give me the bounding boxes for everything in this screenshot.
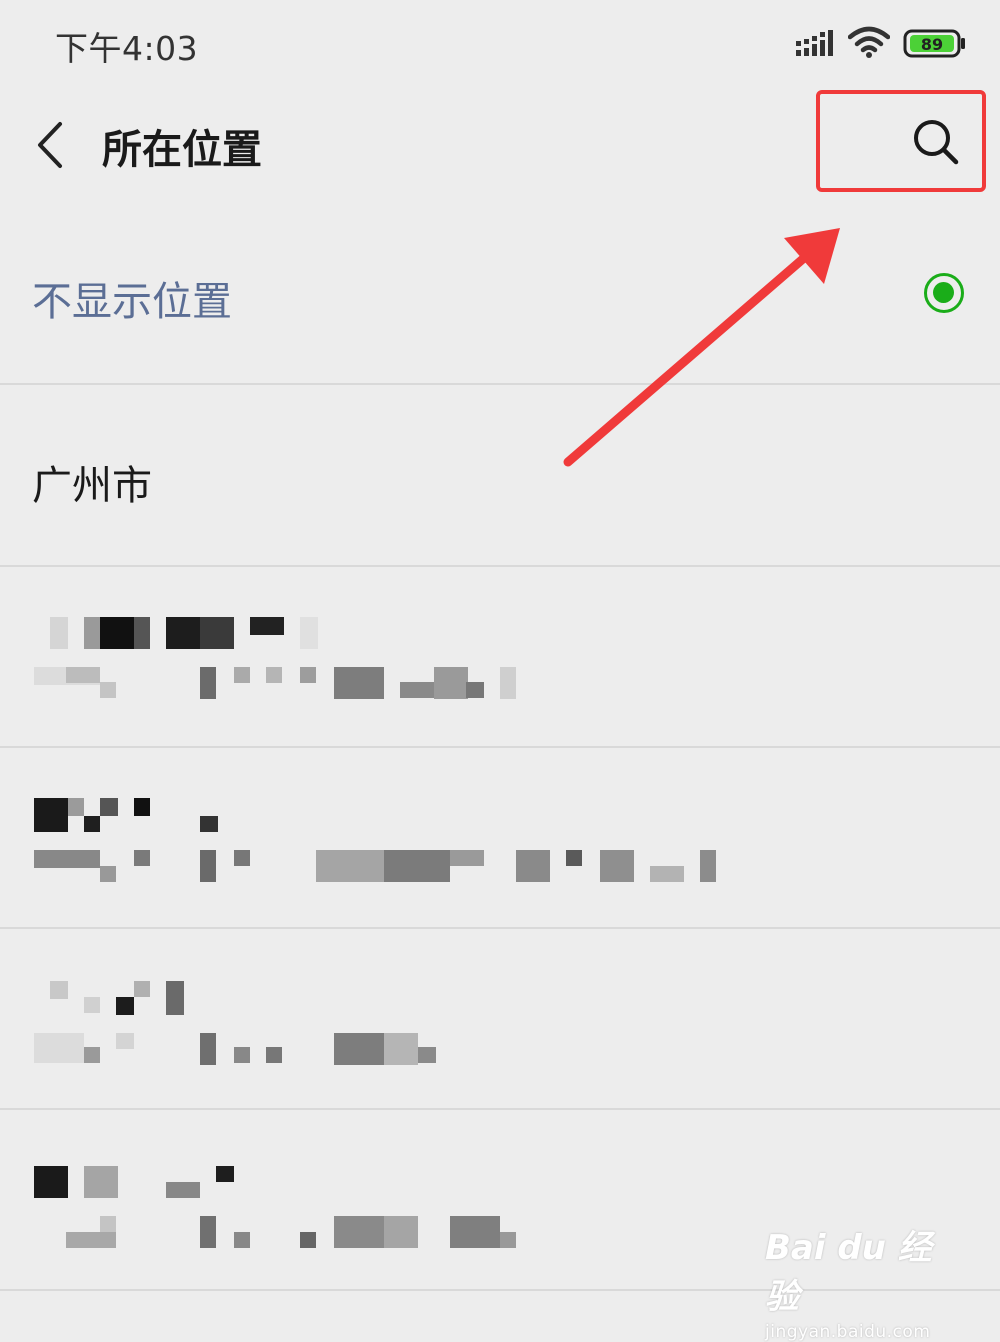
pixelated-text <box>500 1232 516 1248</box>
pixelated-text <box>200 816 218 832</box>
pixelated-text <box>384 1033 418 1065</box>
pixelated-text <box>84 1047 100 1063</box>
pixelated-text <box>84 1166 118 1198</box>
pixelated-text <box>50 981 68 999</box>
pixelated-text <box>234 667 250 683</box>
baidu-watermark: Bai du 经验 jingyan.baidu.com <box>765 1220 965 1342</box>
pixelated-text <box>34 1033 84 1063</box>
pixelated-text <box>200 617 234 649</box>
status-time: 下午4:03 <box>55 29 199 68</box>
pixelated-text <box>100 617 134 649</box>
pixelated-text <box>116 1033 134 1049</box>
back-icon[interactable] <box>32 120 72 170</box>
selected-radio-icon[interactable] <box>924 273 964 313</box>
blurred-location-item-3[interactable] <box>0 929 1000 1110</box>
pixelated-text <box>334 1216 384 1248</box>
pixelated-text <box>66 1232 116 1248</box>
pixelated-text <box>266 667 282 683</box>
pixelated-text <box>650 866 684 882</box>
pixelated-text <box>566 850 582 866</box>
pixelated-text <box>516 850 550 882</box>
pixelated-text <box>234 850 250 866</box>
pixelated-text <box>250 617 284 635</box>
pixelated-text <box>300 1232 316 1248</box>
pixelated-text <box>234 1232 250 1248</box>
pixelated-text <box>400 682 434 698</box>
pixelated-text <box>84 617 100 649</box>
pixelated-text <box>34 798 68 832</box>
pixelated-text <box>300 617 318 649</box>
city-option[interactable]: 广州市 <box>0 385 1000 567</box>
battery-icon: 89 <box>903 28 967 64</box>
pixelated-text <box>34 1166 68 1198</box>
page-title: 所在位置 <box>102 127 262 173</box>
pixelated-text <box>600 850 634 882</box>
nav-header: 所在位置 <box>0 90 1000 195</box>
blurred-location-item-2[interactable] <box>0 748 1000 929</box>
pixelated-text <box>216 1166 234 1182</box>
search-button[interactable] <box>816 90 986 192</box>
pixelated-text <box>384 1216 418 1248</box>
pixelated-text <box>166 1182 200 1198</box>
pixelated-text <box>100 798 118 816</box>
signal-icon <box>796 28 836 62</box>
pixelated-text <box>100 682 116 698</box>
pixelated-text <box>116 997 134 1015</box>
pixelated-text <box>500 667 516 699</box>
pixelated-text <box>200 1216 216 1248</box>
pixelated-text <box>134 617 150 649</box>
pixelated-text <box>700 850 716 882</box>
pixelated-text <box>34 850 100 868</box>
pixelated-text <box>66 667 100 683</box>
pixelated-text <box>134 850 150 866</box>
svg-text:89: 89 <box>921 35 943 54</box>
pixelated-text <box>84 997 100 1013</box>
pixelated-text <box>166 981 184 1015</box>
pixelated-text <box>200 1033 216 1065</box>
pixelated-text <box>166 617 200 649</box>
pixelated-text <box>234 1047 250 1063</box>
watermark-url: jingyan.baidu.com <box>765 1322 931 1342</box>
pixelated-text <box>200 667 216 699</box>
watermark-logo: Bai du 经验 <box>765 1228 932 1317</box>
pixelated-text <box>68 798 84 816</box>
pixelated-text <box>266 1047 282 1063</box>
pixelated-text <box>134 981 150 997</box>
pixelated-text <box>334 667 384 699</box>
city-label: 广州市 <box>32 463 152 509</box>
pixelated-text <box>450 850 484 866</box>
pixelated-text <box>466 682 484 698</box>
pixelated-text <box>334 1033 384 1065</box>
pixelated-text <box>434 667 468 699</box>
pixelated-text <box>50 617 68 649</box>
pixelated-text <box>100 1216 116 1232</box>
hide-location-option[interactable]: 不显示位置 <box>0 205 1000 385</box>
pixelated-text <box>300 667 316 683</box>
pixelated-text <box>134 798 150 816</box>
hide-location-label: 不显示位置 <box>32 279 232 325</box>
pixelated-text <box>200 850 216 882</box>
pixelated-text <box>84 816 100 832</box>
status-bar: 下午4:03 89 <box>0 0 1000 90</box>
pixelated-text <box>100 866 116 882</box>
search-icon[interactable] <box>912 118 960 170</box>
pixelated-text <box>418 1047 436 1063</box>
pixelated-text <box>450 1216 500 1248</box>
pixelated-text <box>316 850 384 882</box>
pixelated-text <box>384 850 450 882</box>
blurred-location-item-1[interactable] <box>0 567 1000 748</box>
wifi-icon <box>847 26 891 62</box>
